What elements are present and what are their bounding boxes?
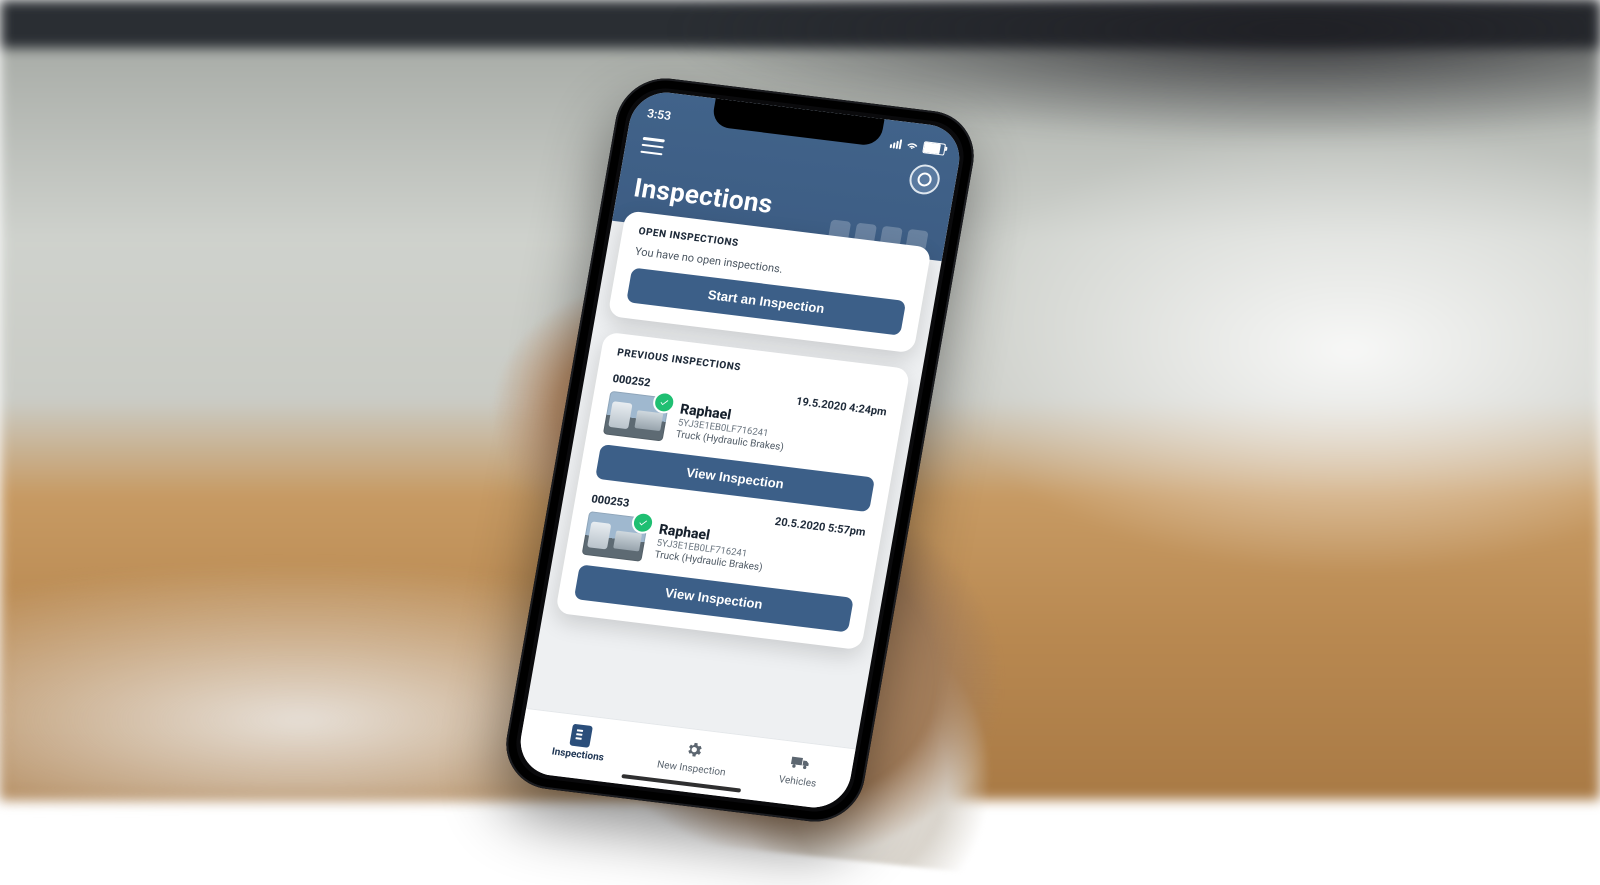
inspection-id: 000252 [612,372,652,389]
tab-label: Inspections [551,746,605,763]
tab-vehicles[interactable]: Vehicles [778,751,821,790]
status-badge [630,511,656,535]
signal-icon [890,138,903,149]
tab-label: New Inspection [656,759,726,778]
battery-icon [922,141,946,156]
tab-new-inspection[interactable]: New Inspection [656,736,730,779]
truck-icon [789,752,812,774]
content-area: OPEN INSPECTIONS You have no open inspec… [542,209,944,660]
tab-label: Vehicles [778,774,817,789]
status-badge [651,390,677,414]
status-time: 3:53 [646,106,672,123]
vehicle-thumbnail [582,511,649,562]
wifi-icon [905,140,919,151]
inspection-id: 000253 [590,492,630,509]
gear-icon [683,739,706,761]
vehicle-meta: Raphael 5YJ3E1EB0LF716241 Truck (Hydraul… [675,401,790,454]
previous-inspections-card: PREVIOUS INSPECTIONS 000252 19.5.2020 4:… [555,332,910,651]
vehicle-meta: Raphael 5YJ3E1EB0LF716241 Truck (Hydraul… [653,522,768,575]
header-action-button[interactable] [907,163,942,196]
target-icon [916,172,932,188]
check-icon [658,397,670,408]
menu-button[interactable] [640,137,665,155]
clipboard-icon [569,725,592,747]
tab-inspections[interactable]: Inspections [551,723,609,764]
vehicle-thumbnail [603,391,670,442]
check-icon [637,517,649,528]
